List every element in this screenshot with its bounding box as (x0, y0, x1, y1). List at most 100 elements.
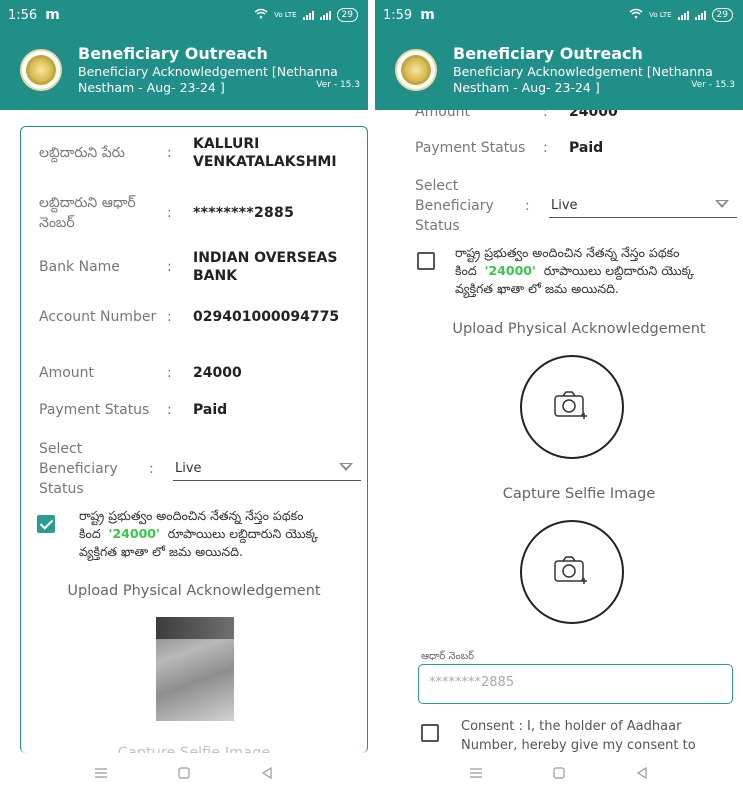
consent-text: Consent : I, the holder of Aadhaar Numbe… (461, 717, 743, 753)
version-label: Ver - 15.3 (691, 80, 735, 90)
consent-checkbox[interactable] (421, 724, 439, 742)
chevron-down-icon (715, 200, 729, 208)
field-amount: Amount : 24000 (39, 363, 361, 383)
app-title: Beneficiary Outreach (453, 44, 643, 63)
field-value: KALLURI VENKATALAKSHMI (193, 136, 337, 170)
field-value: INDIAN OVERSEAS BANK (193, 250, 338, 284)
declaration-line-1: రాష్ట్ర ప్రభుత్వం అందించిన నేతన్న నేస్తం… (79, 508, 304, 523)
form-card: లబ్దిదారుని పేరు : KALLURI VENKATALAKSHM… (20, 126, 368, 753)
app-title: Beneficiary Outreach (78, 44, 268, 63)
declaration-amount: '24000' (108, 526, 160, 541)
colon: : (167, 205, 172, 221)
field-account-number: Account Number : 029401000094775 (39, 307, 361, 327)
back-nav-icon[interactable] (632, 763, 652, 783)
camera-add-icon (552, 389, 592, 425)
app-header: Beneficiary Outreach Beneficiary Acknowl… (0, 30, 368, 110)
app-logo (395, 49, 437, 91)
field-payment-status: Payment Status : Paid (39, 400, 361, 420)
menu-nav-icon[interactable] (466, 763, 486, 783)
field-label: Payment Status (415, 140, 526, 156)
beneficiary-status-dropdown[interactable]: Live (549, 198, 737, 218)
colon: : (543, 140, 548, 156)
carrier-logo: m (45, 7, 60, 23)
declaration-prefix: కింద (455, 263, 477, 278)
field-select-status: Select Beneficiary Status : Live (415, 176, 737, 236)
field-label: Amount (415, 110, 471, 120)
system-nav-bar (0, 753, 368, 793)
signal-icon (302, 10, 314, 20)
status-time: 1:56 (8, 7, 38, 23)
consent-line-2: Number, hereby give my consent to (461, 738, 696, 753)
wifi-icon (254, 8, 268, 22)
field-value: ********2885 (193, 205, 295, 221)
dropdown-value: Live (551, 198, 578, 213)
home-nav-icon[interactable] (174, 763, 194, 783)
battery-icon: 29 (336, 8, 358, 22)
carrier-logo: m (420, 7, 435, 23)
field-label: లబ్దిదారుని పేరు (39, 145, 125, 161)
right-phone-screen: 1:59 m Vo LTE 29 Beneficiary Outreach Be… (375, 0, 743, 793)
status-time: 1:59 (383, 7, 413, 23)
status-bar: 1:59 m Vo LTE 29 (375, 0, 743, 30)
selfie-title-partial: Capture Selfie Image (117, 745, 271, 753)
selfie-title: Capture Selfie Image (502, 486, 656, 502)
field-value: Paid (569, 140, 604, 156)
declaration-suffix: రూపాయిలు లబ్దిదారుని యొక్క (543, 263, 695, 278)
wifi-icon (629, 8, 643, 22)
status-bar: 1:56 m Vo LTE 29 (0, 0, 368, 30)
field-aadhaar-number: లబ్దిదారుని ఆధార్ నెంబర్ : ********2885 (39, 193, 361, 233)
signal-icon (677, 10, 689, 20)
acknowledgement-photo[interactable] (156, 617, 234, 721)
colon: : (149, 461, 154, 477)
field-value: Paid (193, 402, 228, 418)
field-label: Amount (39, 365, 95, 381)
left-phone-screen: 1:56 m Vo LTE 29 Beneficiary Outreach Be… (0, 0, 368, 793)
field-payment-status: Payment Status : Paid (415, 138, 737, 158)
declaration-checkbox[interactable] (37, 515, 55, 533)
field-label: Bank Name (39, 259, 120, 275)
aadhaar-field-label: ఆధార్ నెంబర్ (421, 651, 475, 662)
field-label: Payment Status (39, 402, 150, 418)
app-header: Beneficiary Outreach Beneficiary Acknowl… (375, 30, 743, 110)
dropdown-value: Live (175, 461, 202, 476)
declaration-suffix: రూపాయిలు లబ్దిదారుని యొక్క (167, 526, 319, 541)
field-label: లబ్దిదారుని ఆధార్ నెంబర్ (39, 195, 136, 231)
field-label: Select Beneficiary Status (415, 178, 494, 234)
colon: : (167, 309, 172, 325)
beneficiary-status-dropdown[interactable]: Live (173, 461, 361, 481)
declaration-line-1: రాష్ట్ర ప్రభుత్వం అందించిన నేతన్న నేస్తం… (455, 245, 680, 260)
camera-add-icon (552, 554, 592, 590)
scroll-content[interactable]: Amount : 24000 Payment Status : Paid Sel… (395, 110, 743, 753)
colon: : (167, 365, 172, 381)
upload-ack-title: Upload Physical Acknowledgement (67, 583, 321, 599)
field-bank-name: Bank Name : INDIAN OVERSEAS BANK (39, 249, 361, 285)
field-beneficiary-name: లబ్దిదారుని పేరు : KALLURI VENKATALAKSHM… (39, 135, 361, 171)
field-value: 24000 (193, 365, 242, 381)
colon: : (167, 259, 172, 275)
field-label: Select Beneficiary Status (39, 441, 118, 497)
version-label: Ver - 15.3 (316, 80, 360, 90)
declaration-prefix: కింద (79, 526, 101, 541)
menu-nav-icon[interactable] (91, 763, 111, 783)
colon: : (525, 198, 530, 214)
declaration-line-3: వ్యక్తిగత ఖాతా లో జమ అయినది. (79, 544, 243, 559)
upload-ack-camera-button[interactable] (520, 355, 624, 459)
colon: : (167, 145, 172, 161)
back-nav-icon[interactable] (257, 763, 277, 783)
declaration-text: రాష్ట్ర ప్రభుత్వం అందించిన నేతన్న నేస్తం… (455, 244, 743, 298)
declaration-checkbox[interactable] (417, 252, 435, 270)
app-logo (20, 49, 62, 91)
system-nav-bar (375, 753, 743, 793)
network-type: Vo LTE (274, 11, 297, 19)
network-type: Vo LTE (649, 11, 672, 19)
home-nav-icon[interactable] (549, 763, 569, 783)
upload-ack-title: Upload Physical Acknowledgement (452, 321, 706, 337)
field-value: 029401000094775 (193, 309, 340, 325)
aadhaar-input[interactable]: ********2885 (418, 664, 733, 704)
colon: : (167, 402, 172, 418)
capture-selfie-button[interactable] (520, 520, 624, 624)
field-amount: Amount : 24000 (415, 110, 737, 122)
signal-icon-2 (319, 10, 331, 20)
field-label: Account Number (39, 309, 157, 325)
field-select-status: Select Beneficiary Status : Live (39, 439, 361, 499)
